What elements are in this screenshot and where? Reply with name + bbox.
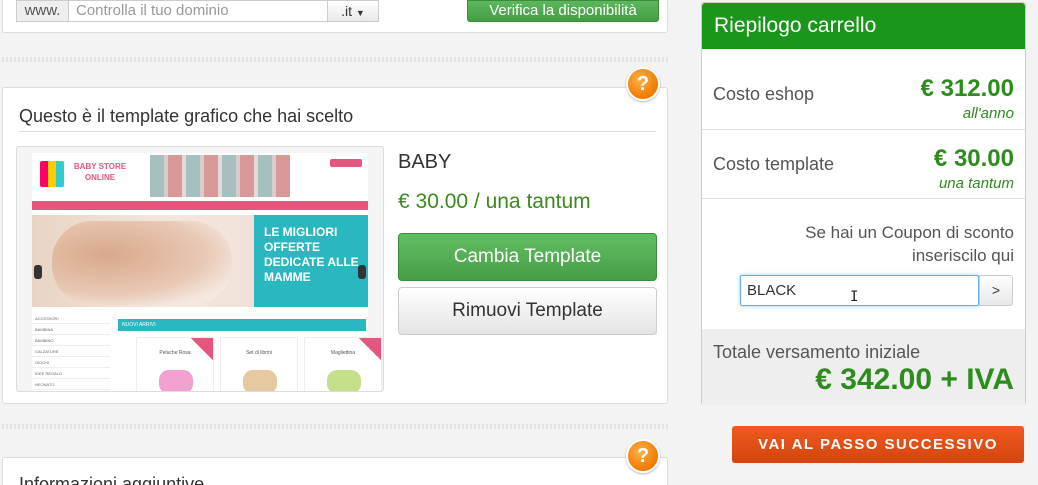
eshop-cost-label: Costo eshop: [713, 84, 815, 104]
preview-letter-blocks: [150, 155, 290, 197]
preview-header: BABY STORE ONLINE: [32, 153, 368, 197]
total-amount: € 342.00 + IVA: [815, 363, 1014, 396]
template-cost-amount: € 30.00: [933, 145, 1014, 172]
section-divider: [2, 57, 668, 62]
template-price: € 30.00 / una tantum: [398, 190, 591, 213]
eshop-cost-amount: € 312.00: [920, 75, 1014, 102]
preview-hero-photo: [52, 221, 232, 305]
apply-coupon-button[interactable]: >: [979, 275, 1013, 306]
tld-select[interactable]: .it ▼: [327, 0, 379, 22]
preview-prev-arrow-icon: [34, 265, 42, 279]
eshop-cost-period: all'anno: [962, 105, 1014, 122]
preview-logo-icon: [40, 161, 64, 187]
preview-sidebar-item: GIOCHI: [35, 360, 50, 365]
preview-product-image: [243, 370, 277, 391]
preview-sidebar: ACCESSORI BAMBINA BAMBINO CALZATURE GIOC…: [32, 313, 110, 391]
preview-sidebar-item: BAMBINO: [35, 338, 54, 343]
cart-title: Riepilogo carrello: [702, 3, 1025, 49]
preview-product-image: [159, 370, 193, 391]
text-cursor-icon: I: [850, 289, 859, 305]
preview-product-image: [327, 370, 361, 391]
preview-product: Magliettina: [304, 337, 382, 391]
template-section-title: Questo è il template grafico che hai sce…: [19, 106, 354, 126]
www-prefix: www.: [16, 0, 68, 22]
domain-input[interactable]: Controlla il tuo dominio: [68, 0, 328, 22]
total-box: Totale versamento iniziale € 342.00 + IV…: [702, 329, 1025, 405]
remove-template-button[interactable]: Rimuovi Template: [398, 287, 657, 335]
info-section-title: Informazioni aggiuntive: [19, 474, 205, 485]
preview-sidebar-item: CALZATURE: [35, 349, 59, 354]
preview-sidebar-item: NEONATO: [35, 382, 55, 387]
section-rule: [19, 131, 656, 132]
preview-product-name: Peluche Rosa: [159, 350, 191, 356]
template-cost-label: Costo template: [713, 154, 835, 174]
verify-availability-button[interactable]: Verifica la disponibilità: [467, 0, 659, 22]
preview-nav: HOME CATEGORIE MARCHI OMAGGI: [32, 201, 368, 216]
preview-sidebar-item: BAMBINA: [35, 327, 54, 332]
help-icon[interactable]: ?: [626, 67, 660, 101]
next-step-button[interactable]: VAI AL PASSO SUCCESSIVO: [732, 426, 1024, 463]
eshop-cost-row: Costo eshop € 312.00 all'anno: [702, 49, 1025, 130]
preview-sidebar-item: ACCESSORI: [35, 316, 59, 321]
preview-product-name: Magliettina: [330, 350, 356, 356]
preview-logo-text: BABY STORE ONLINE: [73, 162, 127, 182]
preview-sidebar-item: IDEE REGALO: [35, 371, 63, 376]
section-divider: [2, 424, 668, 429]
template-panel: Questo è il template grafico che hai sce…: [2, 87, 668, 404]
template-cost-period: una tantum: [938, 175, 1014, 192]
cart-summary-panel: Riepilogo carrello Costo eshop € 312.00 …: [701, 2, 1026, 405]
coupon-prompt: Se hai un Coupon di sconto inseriscilo q…: [805, 223, 1014, 265]
preview-product-name: Set di librini: [246, 350, 272, 356]
caret-down-icon: ▼: [355, 8, 365, 18]
preview-account-button: [330, 159, 362, 167]
preview-discount-badge: [191, 338, 213, 360]
preview-hero-text: LE MIGLIORI OFFERTE DEDICATE ALLE MAMME: [264, 225, 359, 284]
change-template-button[interactable]: Cambia Template: [398, 233, 657, 281]
preview-new-arrivals: NUOVI ARRIVI: [118, 319, 366, 331]
preview-discount-badge: [359, 338, 381, 360]
domain-search-panel: www. Controlla il tuo dominio .it ▼ Veri…: [2, 0, 668, 33]
coupon-input[interactable]: BLACK: [740, 275, 979, 306]
preview-product: Peluche Rosa: [136, 337, 214, 391]
help-icon[interactable]: ?: [626, 439, 660, 473]
preview-page: BABY STORE ONLINE HOME CATEGORIE MARCHI …: [32, 153, 382, 391]
template-name: BABY: [398, 151, 452, 173]
preview-product: Set di librini: [220, 337, 298, 391]
template-cost-row: Costo template € 30.00 una tantum: [702, 130, 1025, 199]
info-panel: Informazioni aggiuntive: [2, 457, 668, 485]
total-label: Totale versamento iniziale: [713, 342, 921, 362]
preview-hero: LE MIGLIORI OFFERTE DEDICATE ALLE MAMME: [32, 215, 368, 307]
template-preview[interactable]: BABY STORE ONLINE HOME CATEGORIE MARCHI …: [16, 146, 384, 392]
preview-next-arrow-icon: [358, 265, 366, 279]
tld-value: .it: [341, 3, 353, 19]
